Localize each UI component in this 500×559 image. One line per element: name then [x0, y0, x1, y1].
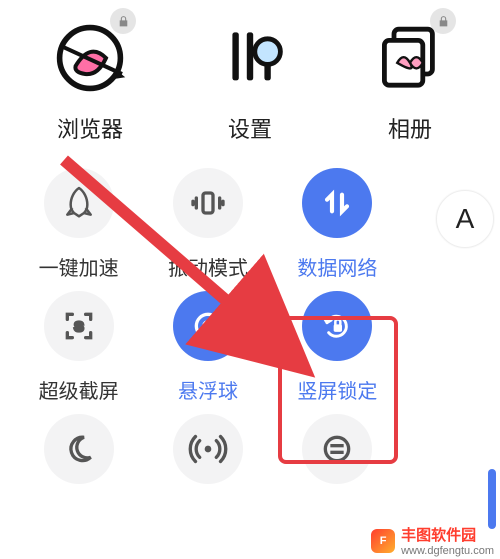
watermark-brand: 丰图软件园: [401, 524, 494, 545]
app-label: 设置: [190, 112, 310, 144]
settings-icon: [210, 18, 290, 98]
more-icon: [302, 414, 372, 484]
tile-portrait-lock[interactable]: 竖屏锁定: [277, 291, 398, 404]
watermark: F 丰图软件园 www.dgfengtu.com: [371, 524, 494, 557]
watermark-url: www.dgfengtu.com: [401, 545, 494, 557]
tile-night-mode[interactable]: [18, 414, 139, 498]
floating-assist-button[interactable]: A: [436, 190, 494, 248]
target-icon: [173, 291, 243, 361]
tile-one-key-accel[interactable]: 一键加速: [18, 168, 139, 281]
data-arrows-icon: [302, 168, 372, 238]
tile-label: 悬浮球: [178, 375, 238, 404]
tile-label: 一键加速: [39, 252, 119, 281]
tile-more[interactable]: [277, 414, 398, 498]
vibrate-icon: [173, 168, 243, 238]
moon-icon: [44, 414, 114, 484]
gallery-icon: [370, 18, 450, 98]
svg-text:S: S: [74, 319, 83, 334]
tile-label: 数据网络: [297, 252, 377, 281]
tile-label: 超级截屏: [39, 375, 119, 404]
tile-hotspot[interactable]: [147, 414, 268, 498]
app-label: 相册: [350, 112, 470, 144]
tile-vibrate-mode[interactable]: 振动模式: [147, 168, 268, 281]
app-settings[interactable]: 设置: [190, 18, 310, 144]
tile-super-screenshot[interactable]: S 超级截屏: [18, 291, 139, 404]
quick-settings-grid: 一键加速 振动模式 数据网络 S 超级截屏 悬浮球 竖屏锁定: [0, 154, 416, 404]
tile-data-network[interactable]: 数据网络: [277, 168, 398, 281]
screenshot-icon: S: [44, 291, 114, 361]
tile-label: 竖屏锁定: [297, 375, 377, 404]
rocket-icon: [44, 168, 114, 238]
portrait-lock-icon: [302, 291, 372, 361]
app-browser[interactable]: 浏览器: [30, 18, 150, 144]
quick-settings-row3: [0, 404, 416, 498]
browser-icon: [50, 18, 130, 98]
app-label: 浏览器: [30, 112, 150, 144]
app-gallery[interactable]: 相册: [350, 18, 470, 144]
app-row: 浏览器 设置 相册: [0, 0, 500, 154]
floating-assist-label: A: [456, 203, 475, 235]
hotspot-icon: [173, 414, 243, 484]
tile-label: 振动模式: [168, 252, 248, 281]
watermark-logo-icon: F: [371, 529, 395, 553]
scroll-indicator[interactable]: [488, 469, 496, 529]
tile-float-ball[interactable]: 悬浮球: [147, 291, 268, 404]
